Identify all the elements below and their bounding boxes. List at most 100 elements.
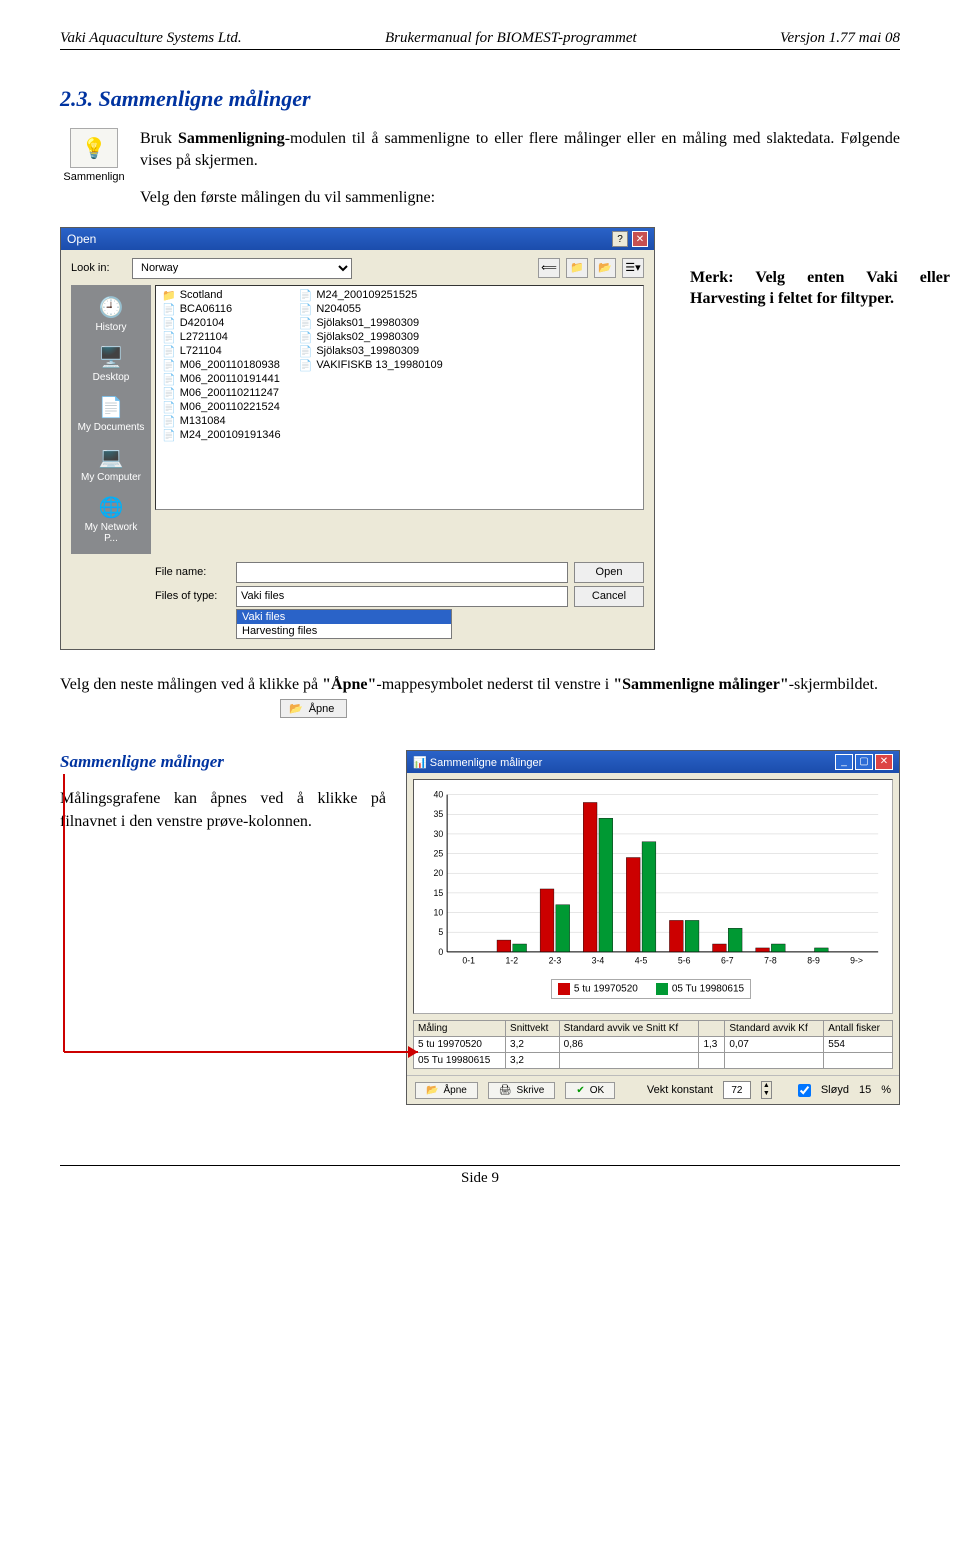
table-row[interactable]: 5 tu 199705203,20,861,30,07554 [414,1037,893,1053]
up-folder-icon[interactable]: 📁 [566,258,588,278]
vekt-konstant-input[interactable] [723,1081,751,1099]
open-button[interactable]: Open [574,562,644,583]
svg-text:8-9: 8-9 [807,956,820,966]
places-item[interactable]: 🕘History [75,289,147,339]
svg-text:15: 15 [434,888,444,898]
places-item[interactable]: 🌐My Network P... [75,489,147,550]
place-icon: 🌐 [77,495,145,520]
file-icon: 📄 [299,359,313,372]
file-item[interactable]: 📄M06_200110211247 [162,387,281,400]
file-item[interactable]: 📄L2721104 [162,331,281,344]
check-icon: ✔ [576,1085,584,1096]
file-item[interactable]: 📄M24_200109251525 [299,289,443,302]
places-item[interactable]: 📄My Documents [75,389,147,439]
svg-text:1-2: 1-2 [505,956,518,966]
new-folder-icon[interactable]: 📂 [594,258,616,278]
cancel-button[interactable]: Cancel [574,586,644,607]
apne-button[interactable]: 📂Åpne [415,1082,478,1099]
close-icon[interactable]: ✕ [632,231,648,247]
sammenligne-description: Sammenligne målinger Målingsgrafene kan … [60,750,386,833]
svg-text:6-7: 6-7 [721,956,734,966]
table-header: Standard avvik ve Snitt Kf [559,1021,699,1037]
sloyd-label: Sløyd [821,1084,849,1096]
legend-item: 5 tu 19970520 [558,983,638,995]
spinner-icon[interactable]: ▲▼ [761,1081,772,1099]
sub-heading: Sammenligne målinger [60,750,386,774]
header-left: Vaki Aquaculture Systems Ltd. [60,30,242,47]
file-name-label: File name: [155,566,230,578]
table-header: Snittvekt [506,1021,560,1037]
svg-text:40: 40 [434,790,444,800]
file-icon: 📄 [162,373,176,386]
file-item[interactable]: 📄D420104 [162,317,281,330]
file-item[interactable]: 📄M06_200110191441 [162,373,281,386]
file-item[interactable]: 📄M06_200110221524 [162,401,281,414]
file-icon: 📄 [299,317,313,330]
sloyd-checkbox[interactable] [798,1084,811,1097]
svg-text:25: 25 [434,849,444,859]
file-type-label: Files of type: [155,590,230,602]
file-type-select[interactable] [236,586,568,607]
maximize-icon[interactable]: ▢ [855,754,873,770]
skrive-button[interactable]: 🖨Skrive [488,1082,556,1099]
file-name-input[interactable] [236,562,568,583]
file-icon: 📄 [299,289,313,302]
window-titlebar: 📊 Sammenligne målinger _ ▢ ✕ [407,751,899,773]
places-item[interactable]: 💻My Computer [75,439,147,489]
page-header: Vaki Aquaculture Systems Ltd. Brukermanu… [60,30,900,50]
file-icon: 📄 [162,303,176,316]
chart-legend: 5 tu 1997052005 Tu 19980615 [551,979,751,999]
file-item[interactable]: 📄Sjölaks03_19980309 [299,345,443,358]
measurement-table: MålingSnittvektStandard avvik ve Snitt K… [413,1020,893,1069]
file-item[interactable]: 📄M24_200109191346 [162,429,281,442]
file-icon: 📄 [162,387,176,400]
file-type-option[interactable]: Vaki files [237,610,451,624]
place-icon: 🕘 [77,295,145,320]
file-item[interactable]: 📄N204055 [299,303,443,316]
lightbulb-icon: 💡 [82,136,107,161]
sloyd-value: 15 [859,1084,871,1096]
instruction-paragraph: Velg den neste målingen ved å klikke på … [60,674,900,696]
minimize-icon[interactable]: _ [835,754,853,770]
file-item[interactable]: 📄VAKIFISKB 13_19980109 [299,359,443,372]
file-icon: 📄 [299,331,313,344]
view-menu-icon[interactable]: ☰▾ [622,258,644,278]
places-item[interactable]: 🖥️Desktop [75,339,147,389]
apne-button[interactable]: 📂 Åpne [280,699,347,718]
chart-area: 05101520253035400-11-22-33-44-55-66-77-8… [413,779,893,1014]
file-item[interactable]: 📄Sjölaks02_19980309 [299,331,443,344]
file-icon: 📄 [162,429,176,442]
svg-text:9->: 9-> [850,956,863,966]
sammenligning-module-icon[interactable]: 💡 Sammenlign [60,128,128,209]
file-item[interactable]: 📁Scotland [162,289,281,302]
help-icon[interactable]: ? [612,231,628,247]
svg-text:2-3: 2-3 [549,956,562,966]
look-in-select[interactable]: Norway [132,258,352,279]
file-item[interactable]: 📄L721104 [162,345,281,358]
bar-chart: 05101520253035400-11-22-33-44-55-66-77-8… [418,786,884,976]
header-center: Brukermanual for BIOMEST-programmet [385,30,637,47]
back-icon[interactable]: ⟸ [538,258,560,278]
sammenligne-window: 📊 Sammenligne målinger _ ▢ ✕ 05101520253… [406,750,900,1105]
svg-text:5-6: 5-6 [678,956,691,966]
folder-open-icon: 📂 [289,702,303,715]
file-type-option[interactable]: Harvesting files [237,624,451,638]
table-header: Måling [414,1021,506,1037]
file-item[interactable]: 📄Sjölaks01_19980309 [299,317,443,330]
section-heading: 2.3. Sammenligne målinger [60,86,900,112]
close-icon[interactable]: ✕ [875,754,893,770]
table-row[interactable]: 05 Tu 199806153,2 [414,1053,893,1069]
file-item[interactable]: 📄M131084 [162,415,281,428]
sloyd-unit: % [881,1084,891,1096]
file-icon: 📄 [162,331,176,344]
svg-text:10: 10 [434,908,444,918]
svg-text:0: 0 [438,947,443,957]
dialog-titlebar: Open ? ✕ [61,228,654,250]
file-item[interactable]: 📄BCA06116 [162,303,281,316]
file-type-dropdown[interactable]: Vaki files Harvesting files [236,609,452,639]
file-list[interactable]: 📁Scotland📄BCA06116📄D420104📄L2721104📄L721… [155,285,644,510]
svg-text:7-8: 7-8 [764,956,777,966]
page-footer: Side 9 [60,1165,900,1187]
file-item[interactable]: 📄M06_200110180938 [162,359,281,372]
ok-button[interactable]: ✔OK [565,1082,615,1099]
